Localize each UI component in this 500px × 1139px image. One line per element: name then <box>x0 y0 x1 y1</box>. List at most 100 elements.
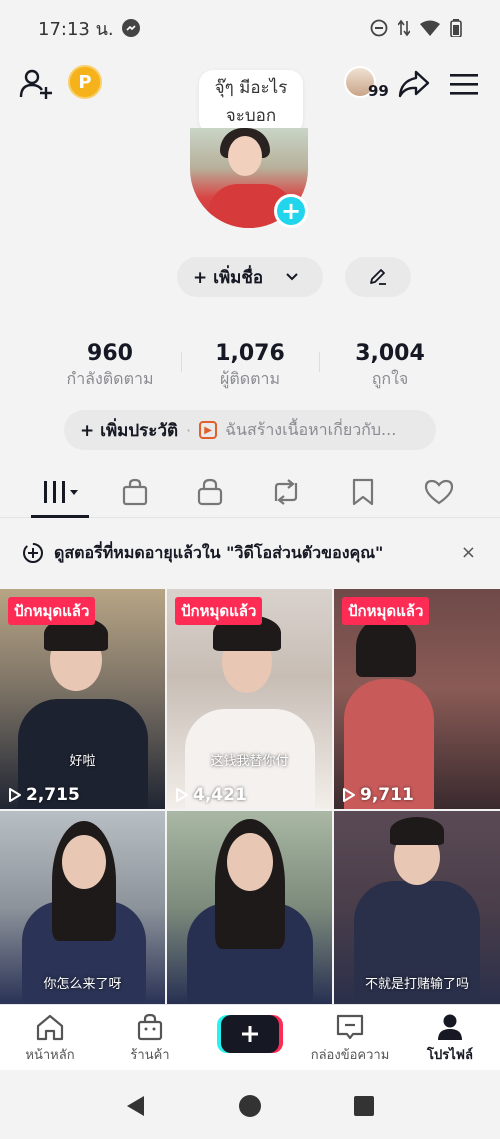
play-icon <box>9 788 21 802</box>
videos-icon <box>44 481 78 503</box>
tab-favorites[interactable] <box>333 468 393 516</box>
likes-label: ถูกใจ <box>371 369 409 388</box>
status-time: 17:13 น. <box>38 18 114 40</box>
status-bar: 17:13 น. <box>0 0 500 56</box>
nav-shop-label: ร้านค้า <box>130 1048 170 1063</box>
friends-activity-button[interactable]: 99 <box>344 66 390 102</box>
note-bubble-line2: จะบอก <box>225 106 277 126</box>
following-count: 960 <box>87 341 133 366</box>
inbox-icon <box>336 1014 364 1040</box>
profile-avatar[interactable]: + <box>190 128 308 228</box>
add-bio-label: + เพิ่มประวัติ <box>80 420 179 441</box>
chevron-down-icon <box>286 273 298 281</box>
pinned-badge: ปักหมุดแล้ว <box>342 597 430 625</box>
coins-button[interactable]: P <box>68 65 102 99</box>
nav-profile-label: โปรไฟล์ <box>427 1048 473 1063</box>
coin-icon: P <box>68 65 102 99</box>
profile-stats: 960 กำลังติดตาม 1,076 ผู้ติดตาม 3,004 ถู… <box>0 340 500 392</box>
following-label: กำลังติดตาม <box>66 369 154 388</box>
nav-shop[interactable]: ร้านค้า <box>100 1013 200 1065</box>
nav-inbox[interactable]: กล่องข้อความ <box>300 1013 400 1065</box>
note-bubble-line1: จุ๊ๆ มีอะไร <box>214 78 288 98</box>
heart-icon <box>424 479 454 505</box>
stat-followers[interactable]: 1,076 ผู้ติดตาม <box>180 340 320 390</box>
battery-icon <box>450 19 462 37</box>
bottom-navigation: หน้าหลัก ร้านค้า กล่องข้อความ โปรไฟล์ <box>0 1004 500 1070</box>
play-icon <box>176 788 188 802</box>
share-icon[interactable] <box>396 66 432 102</box>
view-count-value: 9,711 <box>360 785 414 805</box>
video-tile[interactable]: 你怎么来了呀 <box>0 811 165 1004</box>
nav-profile[interactable]: โปรไฟล์ <box>400 1013 500 1065</box>
bio-separator: · <box>186 420 192 440</box>
nav-home-label: หน้าหลัก <box>25 1048 75 1063</box>
bio-suggestion: ฉันสร้างเนื้อหาเกี่ยวกับ... <box>225 419 397 439</box>
pinned-badge: ปักหมุดแล้ว <box>175 597 263 625</box>
video-subtitle: 你怎么来了呀 <box>43 977 122 992</box>
system-navigation <box>0 1070 500 1139</box>
pencil-icon <box>370 269 386 285</box>
profile-tabs <box>0 468 500 518</box>
play-icon <box>343 788 355 802</box>
close-notice-icon[interactable]: × <box>461 542 476 563</box>
home-circle-icon[interactable] <box>238 1094 262 1118</box>
video-tile[interactable]: 不就是打赌输了吗 <box>334 811 500 1004</box>
video-subtitle: 好啦 <box>69 754 96 769</box>
view-count-value: 2,715 <box>26 785 80 805</box>
menu-icon[interactable] <box>448 68 480 100</box>
shop-bag-icon <box>137 1013 163 1041</box>
data-arrows-icon <box>398 19 410 37</box>
add-name-button[interactable]: + เพิ่มชื่อ <box>177 257 323 297</box>
view-count: 9,711 <box>342 785 414 805</box>
stories-notice-text: ดูสตอรี่ที่หมดอายุแล้วใน "วิดีโอส่วนตัวข… <box>54 542 384 562</box>
view-count-value: 4,421 <box>193 785 247 805</box>
video-subtitle: 不就是打赌输了吗 <box>364 977 469 992</box>
story-plus-icon <box>23 543 43 563</box>
stat-likes[interactable]: 3,004 ถูกใจ <box>320 340 460 390</box>
tab-liked[interactable] <box>409 468 469 516</box>
active-tab-indicator <box>31 515 89 518</box>
pinned-badge: ปักหมุดแล้ว <box>8 597 96 625</box>
lock-icon <box>197 478 223 506</box>
tab-shop[interactable] <box>105 468 165 516</box>
edit-profile-button[interactable] <box>345 257 411 297</box>
video-tile[interactable] <box>167 811 332 1004</box>
recents-icon[interactable] <box>353 1095 375 1117</box>
plus-icon <box>242 1026 258 1042</box>
stories-notice[interactable]: ดูสตอรี่ที่หมดอายุแล้วใน "วิดีโอส่วนตัวข… <box>0 530 500 576</box>
tab-videos[interactable] <box>30 468 90 516</box>
video-suggestion-icon: ▶ <box>199 421 218 439</box>
video-tile[interactable]: ปักหมุดแล้ว 好啦 2,715 <box>0 589 165 809</box>
name-row: + เพิ่มชื่อ <box>0 257 500 297</box>
back-icon[interactable] <box>124 1094 148 1118</box>
wifi-icon <box>420 20 440 36</box>
followers-label: ผู้ติดตาม <box>219 369 281 388</box>
tab-reposts[interactable] <box>256 468 316 516</box>
home-icon <box>36 1014 64 1041</box>
do-not-disturb-icon <box>370 19 388 37</box>
video-grid: ปักหมุดแล้ว 好啦 2,715 ปักหมุดแล้ว 这钱我替你付 … <box>0 589 500 1004</box>
add-bio-button[interactable]: + เพิ่มประวัติ · ▶ ฉันสร้างเนื้อหาเกี่ยว… <box>64 410 436 450</box>
bookmark-icon <box>352 478 374 506</box>
video-subtitle: 这钱我替你付 <box>210 754 289 769</box>
view-count: 4,421 <box>175 785 247 805</box>
note-bubble[interactable]: จุ๊ๆ มีอะไร จะบอก <box>199 70 303 134</box>
add-friend-icon[interactable] <box>18 66 54 102</box>
friends-badge-count: 99 <box>368 82 389 100</box>
tab-private[interactable] <box>180 468 240 516</box>
shop-icon <box>122 478 148 506</box>
nav-inbox-label: กล่องข้อความ <box>310 1048 390 1063</box>
nav-home[interactable]: หน้าหลัก <box>0 1013 100 1065</box>
repost-icon <box>274 479 298 505</box>
messenger-notification-icon <box>121 19 140 37</box>
view-count: 2,715 <box>8 785 80 805</box>
add-story-plus-icon[interactable]: + <box>274 194 308 228</box>
create-button[interactable] <box>221 1015 279 1053</box>
video-tile[interactable]: ปักหมุดแล้ว 9,711 <box>334 589 500 809</box>
video-tile[interactable]: ปักหมุดแล้ว 这钱我替你付 4,421 <box>167 589 332 809</box>
profile-person-icon <box>438 1014 462 1040</box>
likes-count: 3,004 <box>355 341 425 366</box>
add-name-label: + เพิ่มชื่อ <box>193 267 264 288</box>
followers-count: 1,076 <box>215 341 285 366</box>
stat-following[interactable]: 960 กำลังติดตาม <box>40 340 180 390</box>
